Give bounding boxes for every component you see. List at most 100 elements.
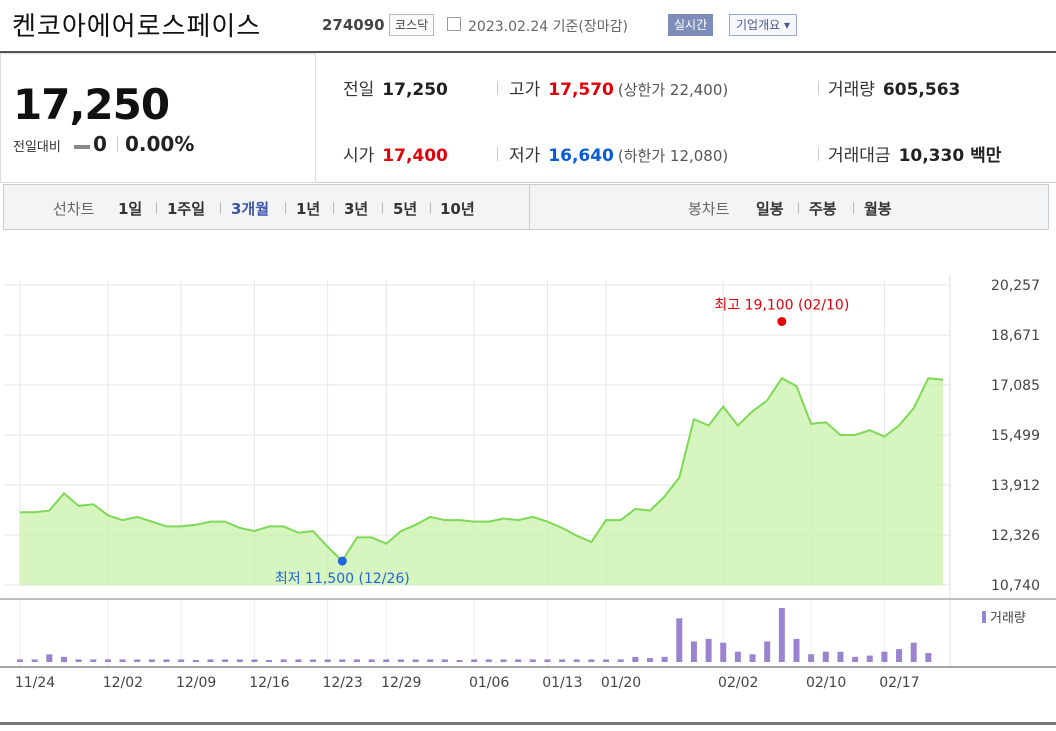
low: 저가 16,640 (하한가 12,080) — [509, 141, 728, 166]
volume-bar — [778, 608, 785, 662]
candle-monthly[interactable]: 월봉 — [864, 198, 892, 219]
volume-label: 거래량 — [828, 80, 875, 100]
y-tick-label: 10,740 — [991, 578, 1040, 594]
lower-limit: (하한가 12,080) — [617, 147, 729, 165]
divider — [333, 202, 334, 214]
volume-bar — [617, 659, 624, 662]
volume-legend-swatch — [982, 611, 986, 623]
header: 켄코아에어로스페이스 274090 코스닥 2023.02.24 기준(장마감)… — [0, 0, 1056, 52]
amount-value: 10,330 — [898, 146, 965, 166]
x-tick-label: 12/02 — [103, 675, 143, 691]
volume-bar — [749, 654, 756, 662]
volume-bar — [661, 656, 668, 662]
divider — [853, 202, 854, 214]
company-name[interactable]: 켄코아에어로스페이스 — [12, 6, 261, 43]
divider — [818, 147, 819, 161]
volume-bar — [573, 659, 580, 662]
flat-icon — [74, 145, 90, 149]
volume-bar — [368, 659, 375, 662]
x-tick-label: 01/06 — [469, 675, 509, 691]
volume-bar — [266, 660, 273, 662]
divider — [0, 722, 1056, 725]
divider — [220, 202, 221, 214]
period-3y[interactable]: 3년 — [344, 198, 368, 219]
line-chart-label: 선차트 — [53, 200, 95, 218]
volume-bar — [910, 642, 917, 662]
x-tick-label: 12/16 — [249, 675, 289, 691]
x-tick-label: 01/13 — [542, 675, 582, 691]
volume-bar — [104, 659, 111, 662]
divider — [117, 136, 118, 152]
open: 시가 17,400 — [343, 141, 448, 166]
x-tick-label: 12/23 — [322, 675, 362, 691]
volume-bar — [456, 660, 463, 662]
prev-close: 전일 17,250 — [343, 75, 448, 100]
volume-bar — [500, 659, 507, 662]
period-1d[interactable]: 1일 — [118, 198, 142, 219]
volume-bar — [119, 659, 126, 662]
period-3m[interactable]: 3개월 — [231, 198, 269, 219]
volume-bar — [764, 641, 771, 662]
volume-bar — [925, 653, 932, 662]
divider — [497, 147, 498, 161]
divider — [529, 185, 530, 229]
volume-bar — [705, 638, 712, 662]
volume-bar — [397, 659, 404, 662]
volume-bar — [515, 659, 522, 662]
realtime-button[interactable]: 실시간 — [668, 14, 714, 36]
volume-bar — [588, 659, 595, 662]
volume-bar — [632, 656, 639, 662]
volume-bar — [852, 656, 859, 662]
company-overview-dropdown[interactable]: 기업개요 ▾ — [729, 14, 797, 36]
x-tick-label: 02/10 — [806, 675, 846, 691]
candle-weekly[interactable]: 주봉 — [809, 198, 837, 219]
volume-value: 605,563 — [882, 80, 961, 100]
period-bar: 선차트 1일 1주일 3개월 1년 3년 5년 10년 봉차트 일봉 주봉 월봉 — [3, 184, 1049, 230]
volume-bar — [690, 641, 697, 662]
period-5y[interactable]: 5년 — [393, 198, 417, 219]
volume-bar — [310, 659, 317, 662]
amount-unit: 백만 — [970, 146, 1002, 166]
volume-bar — [793, 638, 800, 662]
high: 고가 17,570 (상한가 22,400) — [509, 75, 728, 100]
volume-bar — [75, 659, 82, 662]
current-price: 17,250 — [13, 80, 170, 129]
period-1y[interactable]: 1년 — [296, 198, 320, 219]
high-value: 17,570 — [548, 80, 614, 100]
prev-close-value: 17,250 — [382, 80, 448, 100]
open-value: 17,400 — [382, 146, 448, 166]
prev-close-label: 전일 — [343, 80, 375, 100]
volume-bar — [544, 659, 551, 662]
volume-bar — [295, 659, 302, 662]
change-label: 전일대비 — [13, 140, 61, 155]
quote-panel: 17,250 전일대비 0 0.00% 전일 17,250 고가 17,570 (상한… — [0, 53, 1056, 183]
volume: 거래량 605,563 — [828, 75, 960, 100]
volume-bar — [353, 659, 360, 662]
volume-bar — [734, 651, 741, 662]
y-tick-label: 12,326 — [991, 528, 1040, 544]
low-value: 16,640 — [548, 146, 614, 166]
candle-chart-label: 봉차트 — [688, 200, 730, 218]
volume-bar — [676, 618, 683, 662]
volume-bar — [46, 654, 53, 662]
stock-code: 274090 — [322, 16, 385, 34]
volume-bar — [280, 659, 287, 662]
volume-bar — [17, 659, 23, 662]
y-tick-label: 15,499 — [991, 428, 1040, 444]
divider — [285, 202, 286, 214]
x-tick-label: 12/09 — [176, 675, 216, 691]
period-1w[interactable]: 1주일 — [167, 198, 205, 219]
x-tick-label: 02/17 — [879, 675, 919, 691]
period-10y[interactable]: 10년 — [440, 198, 475, 219]
divider — [818, 81, 819, 95]
min-marker — [337, 556, 347, 566]
volume-bar — [441, 659, 448, 662]
volume-bar — [192, 660, 199, 662]
candle-daily[interactable]: 일봉 — [756, 198, 784, 219]
volume-bar — [412, 659, 419, 662]
y-tick-label: 17,085 — [991, 378, 1040, 394]
volume-bar — [603, 659, 610, 662]
x-tick-label: 01/20 — [601, 675, 641, 691]
market-badge: 코스닥 — [389, 14, 435, 36]
high-label: 고가 — [509, 80, 541, 100]
